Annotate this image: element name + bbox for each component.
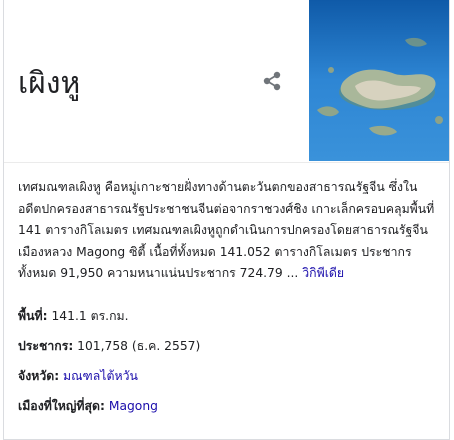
- fact-province-label: จังหวัด:: [18, 369, 60, 383]
- fact-area-label: พื้นที่:: [18, 309, 48, 323]
- share-button[interactable]: [259, 68, 285, 94]
- fact-province: จังหวัด: มณฑลไต้หวัน: [18, 366, 138, 386]
- fact-population-value: 101,758 (ธ.ค. 2557): [77, 339, 201, 353]
- wikipedia-link[interactable]: วิกิพีเดีย: [302, 266, 344, 280]
- entity-description: เทศมณฑลเผิงหู คือหมู่เกาะชายฝั่งทางด้านต…: [18, 177, 438, 285]
- description-text: เทศมณฑลเผิงหู คือหมู่เกาะชายฝั่งทางด้านต…: [18, 180, 435, 280]
- knowledge-panel: เผิงหู เทศมณฑลเผิงหู คือหมู่เกาะชายฝั่งท…: [3, 0, 450, 440]
- fact-area: พื้นที่: 141.1 ตร.กม.: [18, 306, 129, 326]
- fact-largest-city-link[interactable]: Magong: [109, 399, 158, 413]
- fact-province-link[interactable]: มณฑลไต้หวัน: [63, 369, 138, 383]
- fact-area-value: 141.1 ตร.กม.: [51, 309, 129, 323]
- fact-largest-city: เมืองที่ใหญ่ที่สุด: Magong: [18, 396, 158, 416]
- fact-largest-city-label: เมืองที่ใหญ่ที่สุด:: [18, 399, 105, 413]
- entity-title: เผิงหู: [18, 66, 81, 101]
- share-icon: [263, 71, 281, 91]
- fact-population-label: ประชากร:: [18, 339, 74, 353]
- fact-population: ประชากร: 101,758 (ธ.ค. 2557): [18, 336, 200, 356]
- panel-header: เผิงหู: [4, 0, 449, 163]
- entity-image[interactable]: [309, 0, 449, 161]
- aerial-island-photo: [309, 0, 449, 161]
